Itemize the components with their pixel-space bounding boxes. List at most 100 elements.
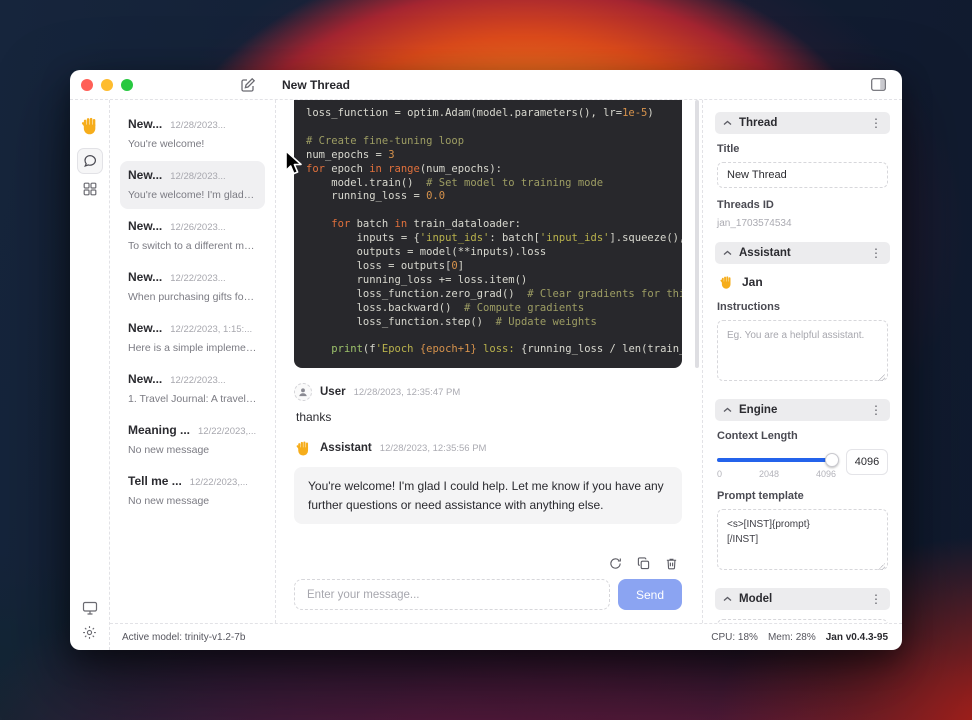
engine-section-header[interactable]: Engine ⋮ [715,399,890,421]
compose-icon[interactable] [240,77,256,93]
kebab-menu-icon[interactable]: ⋮ [870,593,882,605]
chevron-up-icon [723,120,732,126]
user-avatar [294,383,312,401]
assistant-section: Assistant ⋮ Jan Instructions Eg. You are… [715,242,890,388]
send-button[interactable]: Send [618,579,682,610]
code-token: range [388,162,420,175]
code-line: loss.backward() # Compute gradients [306,302,670,316]
code-token: train_dataloader: [407,218,521,231]
threads-id-value: jan_1703574534 [717,218,792,229]
code-block: loss_function = optim.Adam(model.paramet… [294,100,682,368]
code-token: 'input_ids' [419,232,490,245]
messages: User 12/28/2023, 12:35:47 PM thanks Assista… [294,383,682,525]
resize-grip-icon[interactable] [878,563,885,570]
instructions-label: Instructions [717,301,780,313]
code-token: 'input_ids' [539,232,610,245]
message-timestamp: 12/28/2023, 12:35:47 PM [353,386,461,398]
kebab-menu-icon[interactable]: ⋮ [870,117,882,129]
slider-ticks: 0 2048 4096 [717,469,836,479]
code-token: loss_function.zero_grad() [306,287,528,300]
code-line: running_loss += loss.item() [306,274,670,288]
message-header: User 12/28/2023, 12:35:47 PM [294,383,682,401]
chat-column: loss_function = optim.Adam(model.paramet… [276,100,702,623]
thread-title-input[interactable] [717,162,888,188]
thread-preview: 1. Travel Journal: A travel journ... [128,393,257,405]
thread-date: 12/28/2023... [170,120,226,131]
status-bar: Active model: trinity-v1.2-7b CPU: 18% M… [110,623,902,650]
chat-scrollbar[interactable] [695,100,699,368]
code-line: num_epochs = 3 [306,149,670,163]
threads-id-label: Threads ID [717,199,774,211]
code-token: num_epochs = [306,148,389,161]
panel-toggle-icon[interactable] [871,78,886,91]
instructions-textarea[interactable] [717,320,888,381]
title-label: Title [717,143,740,155]
context-length-slider[interactable] [717,453,839,467]
thread-list-item[interactable]: New... 12/28/2023... You're welcome! [120,110,265,158]
kebab-menu-icon[interactable]: ⋮ [870,404,882,416]
rail-item-system-monitor[interactable] [82,601,98,615]
code-token: inputs = { [306,232,420,245]
traffic-lights [81,78,133,91]
trash-icon[interactable] [665,557,678,570]
slider-handle[interactable] [825,453,839,467]
thread-title: New... [128,117,163,131]
code-line: outputs = model(**inputs).loss [306,246,670,260]
chat-bubble-icon [83,154,96,168]
kebab-menu-icon[interactable]: ⋮ [870,247,882,259]
thread-list-item[interactable]: New... 12/26/2023... To switch to a differ… [120,212,265,260]
code-line: inputs = {'input_ids': batch['input_ids'… [306,232,682,246]
thread-title: Tell me ... [128,474,182,488]
code-token: loss.backward() [306,301,465,314]
left-rail [70,100,110,650]
thread-list-item[interactable]: New... 12/22/2023... When purchasing gifts… [120,263,265,311]
chevron-up-icon [723,407,732,413]
thread-list: New... 12/28/2023... You're welcome! New...… [110,100,276,623]
jan-hand-logo [80,116,100,136]
section-title: Assistant [739,247,791,259]
thread-list-item[interactable]: New... 12/22/2023, 1:15:... Here is a simp… [120,314,265,362]
assistant-section-header[interactable]: Assistant ⋮ [715,242,890,264]
code-token: # Update weights [495,315,597,328]
code-token: 1e-5 [622,107,648,119]
chat-scroll-area[interactable]: loss_function = optim.Adam(model.paramet… [276,100,702,550]
rail-item-hub[interactable] [83,182,97,196]
slider-tick-label: 0 [717,469,723,479]
code-token: loss: [476,343,521,356]
code-token: 0.0 [426,190,446,203]
code-line: # Create fine-tuning loop [306,135,670,149]
code-line: model.train() # Set model to training mo… [306,177,670,191]
code-token: # Create fine-tuning loop [306,134,465,147]
copy-icon[interactable] [637,556,650,570]
thread-list-item[interactable]: Meaning ... 12/22/2023,... No new message [120,416,265,464]
thread-list-item[interactable]: New... 12/28/2023... You're welcome! I'm g… [120,161,265,209]
code-token: outputs = model(**inputs).loss [306,246,547,259]
message-text: You're welcome! I'm glad I could help. L… [294,467,682,525]
code-token: ] [457,259,465,272]
thread-section: Thread ⋮ Title Threads ID jan_1703574534 [715,112,890,231]
engine-section: Engine ⋮ Context Length 0 2048 4096 4096… [715,399,890,577]
close-button[interactable] [81,78,93,91]
rail-item-threads[interactable] [76,148,103,174]
code-token: for [306,162,325,175]
zoom-button[interactable] [121,78,133,91]
monitor-icon [82,601,97,615]
minimize-button[interactable] [101,78,113,91]
thread-section-header[interactable]: Thread ⋮ [715,112,890,134]
code-token: loss_function = optim.Adam(model.paramet… [306,107,623,119]
message-input[interactable] [294,579,610,610]
rail-item-settings[interactable] [82,625,97,640]
prompt-template-textarea[interactable]: <s>[INST]{prompt} [/INST] [717,509,888,570]
message-text: thanks [296,410,332,424]
resize-grip-icon[interactable] [878,374,885,381]
code-token: in [369,162,382,175]
code-line: loss_function.step() # Update weights [306,316,670,330]
slider-tick-label: 4096 [815,469,836,479]
code-line: running_loss = 0.0 [306,190,670,204]
jan-hand-icon [717,273,735,291]
model-section-header[interactable]: Model ⋮ [715,588,890,610]
thread-list-item[interactable]: Tell me ... 12/22/2023,... No new message [120,467,265,515]
thread-list-item[interactable]: New... 12/22/2023... 1. Travel Journal: A … [120,365,265,413]
code-token: ].squeeze(), [609,232,682,245]
regenerate-icon[interactable] [609,557,622,570]
